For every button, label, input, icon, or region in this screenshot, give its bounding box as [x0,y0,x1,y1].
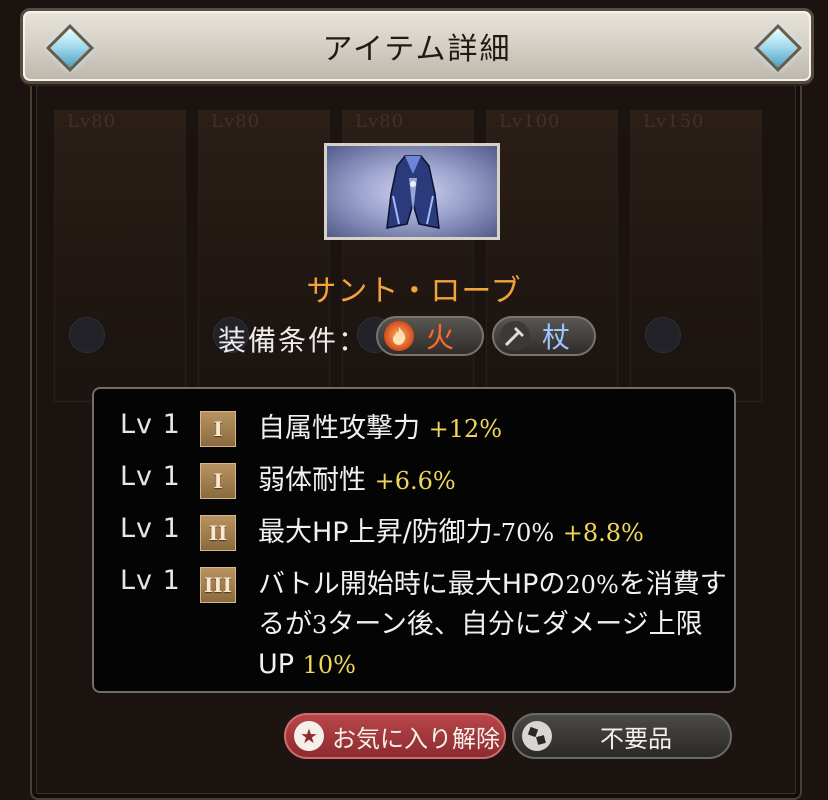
item-image [324,143,500,240]
weapon-text: 杖 [542,321,571,354]
skills-panel: Lv 1 I 自属性攻撃力 +12% Lv 1 I 弱体耐性 +6.6% Lv … [92,387,736,693]
skill-level: Lv 1 [120,461,181,492]
staff-icon [500,321,530,351]
skill-text-suffix: -70% [492,519,555,547]
equip-conditions-label: 装備条件： [218,324,369,357]
skill-level: Lv 1 [120,409,181,440]
skill-text-number: 3 [312,611,328,639]
skill-description: バトル開始時に最大HPの20%を消費するが3ターン後、自分にダメージ上限UP 1… [258,565,728,685]
dialog-title: アイテム詳細 [322,32,512,67]
skill-level: Lv 1 [120,513,181,544]
dialog-title-banner: アイテム詳細 [20,8,814,84]
skill-text-percent: 20% [565,571,619,599]
element-condition-badge: 火 [376,316,484,356]
skill-value: 10% [302,651,356,679]
junk-button[interactable]: 不要品 [512,713,732,759]
element-text: 火 [426,321,455,354]
skill-level: Lv 1 [120,565,181,596]
star-icon: ★ [294,721,324,751]
unfavorite-button[interactable]: ★ お気に入り解除 [284,713,506,759]
dice-icon [522,721,552,751]
skill-rank-icon: I [200,463,236,499]
unfavorite-label: お気に入り解除 [332,724,500,753]
skill-text: 最大HP上昇/防御力 [258,517,493,548]
skill-rank-icon: I [200,411,236,447]
skill-description: 最大HP上昇/防御力-70% +8.8% [258,513,728,553]
skill-text: 自属性攻撃力 [258,413,420,444]
robe-icon [386,155,440,229]
item-name: サント・ローブ [306,274,522,309]
skill-description: 自属性攻撃力 +12% [258,409,728,449]
junk-label: 不要品 [600,724,672,753]
skill-value: +12% [428,415,503,443]
fire-element-icon [384,321,414,351]
skill-description: 弱体耐性 +6.6% [258,461,728,501]
skill-rank-icon: III [200,567,236,603]
skill-text: 弱体耐性 [258,465,366,496]
skill-value: +8.8% [562,519,644,547]
skill-text: バトル開始時に最大HPの [258,569,566,600]
skill-rank-icon: II [200,515,236,551]
weapon-condition-badge: 杖 [492,316,596,356]
skill-value: +6.6% [374,467,456,495]
